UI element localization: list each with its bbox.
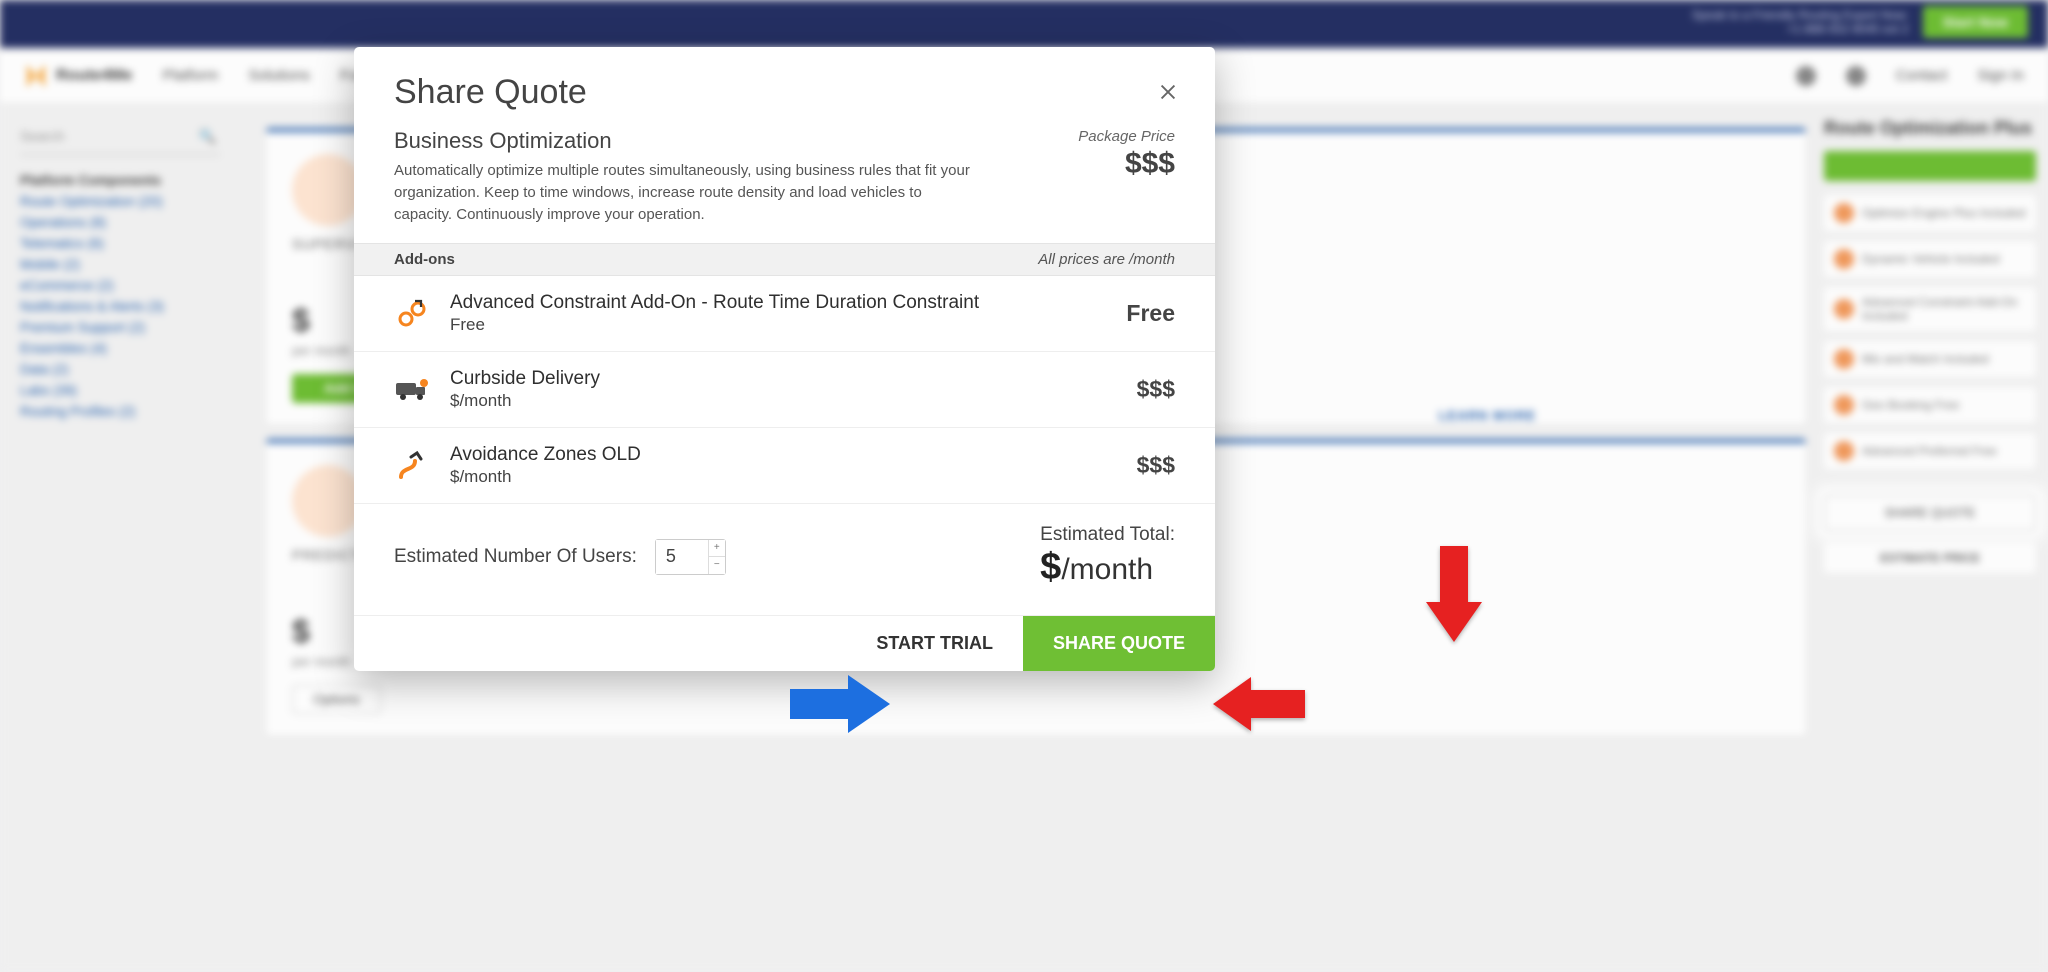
addon-icon [394,296,430,332]
addon-subprice: Free [450,315,1126,335]
package-price-label: Package Price [1078,128,1175,145]
users-decrement[interactable]: − [709,557,725,574]
plan-description: Automatically optimize multiple routes s… [394,160,974,225]
users-stepper[interactable]: + − [655,539,726,575]
addon-title: Advanced Constraint Add-On - Route Time … [450,292,1126,314]
addon-price: $$$ [1137,452,1175,479]
package-price-value: $$$ [1078,147,1175,181]
addon-title: Avoidance Zones OLD [450,444,1137,466]
modal-title: Share Quote [394,73,1175,112]
total-label: Estimated Total: [1040,524,1175,546]
addon-title: Curbside Delivery [450,368,1137,390]
total-value: $/month [1040,546,1175,589]
plan-name: Business Optimization [394,128,974,154]
addon-price: $$$ [1137,376,1175,403]
addon-icon [394,448,430,484]
addon-subprice: $/month [450,467,1137,487]
close-button[interactable] [1151,75,1185,109]
addon-icon [394,372,430,408]
addons-list[interactable]: Advanced Constraint Add-On - Route Time … [354,276,1215,504]
addon-subprice: $/month [450,391,1137,411]
users-increment[interactable]: + [709,540,725,557]
share-quote-button[interactable]: SHARE QUOTE [1023,616,1215,671]
addons-header: Add-ons [394,251,455,268]
share-quote-modal: Share Quote Business Optimization Automa… [354,47,1215,671]
addon-price: Free [1126,300,1175,327]
users-input[interactable] [656,540,708,574]
addon-row: Curbside Delivery $/month $$$ [354,352,1215,428]
start-trial-button[interactable]: START TRIAL [846,616,1023,671]
addons-price-note: All prices are /month [1038,251,1175,268]
addon-row: Avoidance Zones OLD $/month $$$ [354,428,1215,504]
addon-row: Advanced Constraint Add-On - Route Time … [354,276,1215,352]
close-icon [1157,81,1179,103]
users-label: Estimated Number Of Users: [394,546,637,568]
